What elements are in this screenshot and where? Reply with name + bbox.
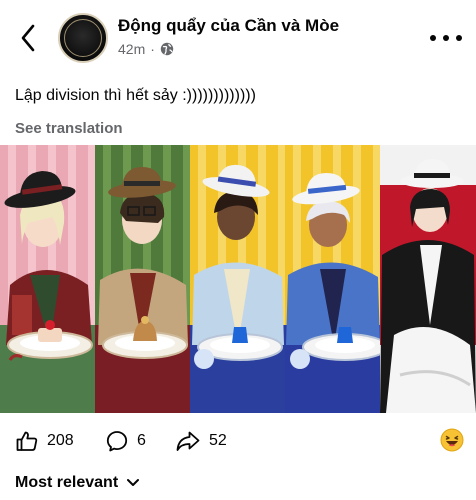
post-text: Lập division thì hết sảy :))))))))))))) (15, 87, 256, 104)
more-dot (456, 35, 462, 41)
post-image[interactable] (0, 145, 476, 413)
post-illustration (0, 145, 476, 413)
back-button[interactable] (14, 22, 42, 54)
panel-pink (0, 145, 95, 413)
comment-count: 6 (137, 432, 146, 449)
panel-yellow (190, 145, 285, 413)
page-avatar[interactable] (58, 13, 108, 63)
chevron-left-icon (21, 24, 35, 52)
like-count: 208 (47, 432, 74, 449)
like-button[interactable]: 208 (15, 428, 74, 454)
see-translation-link[interactable]: See translation (15, 120, 123, 137)
share-button[interactable]: 52 (175, 428, 227, 454)
meta-separator: · (150, 41, 155, 57)
share-arrow-icon (176, 431, 200, 451)
avatar-ring (64, 19, 102, 57)
page-title[interactable]: Động quẩy của Cần và Mòe (118, 16, 339, 36)
comment-bubble-icon (106, 431, 128, 452)
reaction-bar: 208 6 52 (0, 420, 476, 460)
more-options-button[interactable] (430, 28, 462, 48)
panel-blue (285, 145, 388, 413)
chevron-down-icon (127, 479, 140, 486)
post-time[interactable]: 42m (118, 41, 145, 57)
more-dot (443, 35, 449, 41)
comment-sort-label: Most relevant (15, 474, 119, 491)
post-header: Động quẩy của Cần và Mòe 42m · (0, 0, 476, 74)
post-meta: 42m · (118, 41, 174, 57)
thumbs-up-icon (16, 431, 38, 451)
comment-sort-dropdown[interactable]: Most relevant (15, 474, 140, 492)
globe-icon (160, 42, 174, 56)
comment-button[interactable]: 6 (105, 428, 146, 454)
more-dot (430, 35, 436, 41)
share-count: 52 (209, 432, 227, 449)
panel-green (95, 145, 190, 413)
panel-red (380, 145, 476, 413)
laughing-emoji-icon[interactable] (440, 428, 464, 452)
